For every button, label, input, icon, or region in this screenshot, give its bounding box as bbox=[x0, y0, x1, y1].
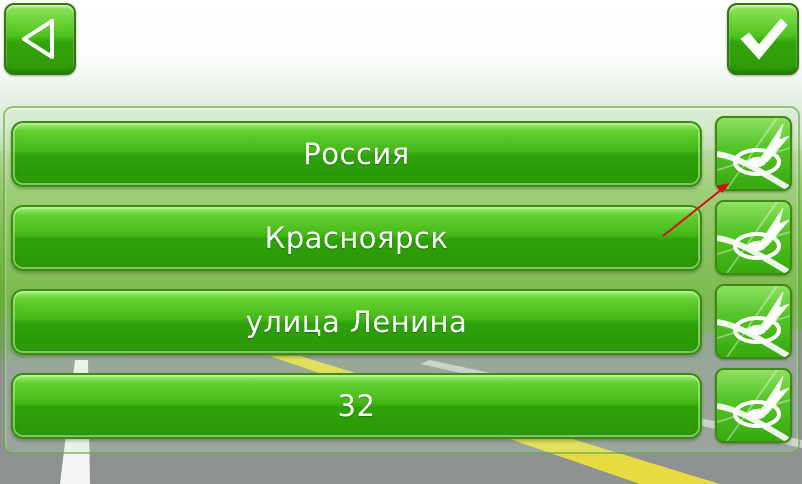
country-label: Россия bbox=[303, 137, 410, 171]
map-pick-icon bbox=[717, 286, 790, 357]
house-field-button[interactable]: 32 bbox=[11, 373, 702, 439]
back-button[interactable] bbox=[4, 3, 76, 75]
confirm-button[interactable] bbox=[727, 3, 799, 75]
back-triangle-icon bbox=[22, 19, 54, 59]
map-pick-street-button[interactable] bbox=[715, 284, 792, 359]
house-label: 32 bbox=[337, 389, 376, 423]
address-row-city: Красноярск bbox=[11, 205, 702, 271]
map-pick-country-button[interactable] bbox=[715, 116, 792, 191]
map-pick-icon bbox=[717, 370, 790, 441]
city-label: Красноярск bbox=[264, 221, 449, 255]
map-pick-icon bbox=[717, 118, 790, 189]
city-field-button[interactable]: Красноярск bbox=[11, 205, 702, 271]
address-row-house: 32 bbox=[11, 373, 702, 439]
map-pick-icon bbox=[717, 202, 790, 273]
map-pick-house-button[interactable] bbox=[715, 368, 792, 443]
navigator-screen: Россия Красноярск улица Ленина 32 bbox=[0, 0, 802, 484]
map-pick-city-button[interactable] bbox=[715, 200, 792, 275]
country-field-button[interactable]: Россия bbox=[11, 121, 702, 187]
street-field-button[interactable]: улица Ленина bbox=[11, 289, 702, 355]
address-row-country: Россия bbox=[11, 121, 702, 187]
street-label: улица Ленина bbox=[245, 305, 468, 339]
checkmark-icon bbox=[740, 18, 788, 60]
address-row-street: улица Ленина bbox=[11, 289, 702, 355]
